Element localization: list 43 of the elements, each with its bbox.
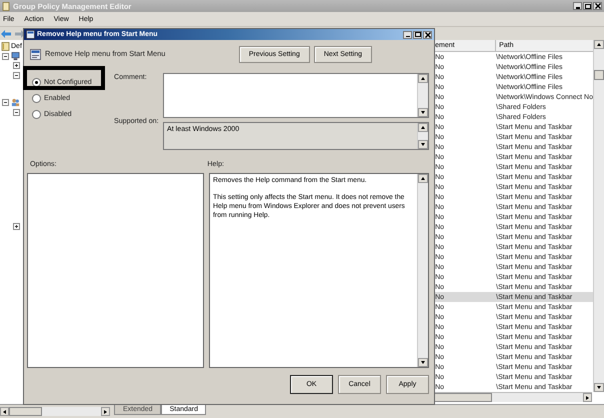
scroll-down-button[interactable]	[418, 108, 428, 117]
horizontal-scrollbar[interactable]	[0, 407, 110, 416]
collapse-box[interactable]	[13, 108, 20, 116]
forward-arrow-icon[interactable]	[15, 30, 25, 38]
vertical-scrollbar[interactable]	[593, 40, 604, 392]
scrollbar-thumb[interactable]	[9, 407, 42, 416]
scroll-down-button[interactable]	[594, 383, 604, 392]
maximize-button[interactable]	[413, 30, 422, 38]
scroll-left-button[interactable]	[0, 407, 9, 416]
vertical-scrollbar[interactable]	[417, 174, 428, 367]
back-arrow-icon[interactable]	[1, 30, 11, 38]
scrollbar-thumb[interactable]	[432, 393, 492, 402]
scroll-right-button[interactable]	[583, 393, 592, 402]
close-button[interactable]	[423, 30, 432, 38]
radio-button[interactable]	[32, 94, 41, 102]
collapse-box[interactable]	[13, 72, 20, 79]
radio-button[interactable]	[32, 78, 41, 86]
policy-icon	[26, 30, 35, 39]
scroll-up-button[interactable]	[418, 174, 428, 183]
restore-button[interactable]	[583, 2, 592, 10]
users-icon	[11, 98, 20, 108]
scroll-up-button[interactable]	[594, 40, 604, 49]
book-icon	[1, 42, 10, 52]
radio-button[interactable]	[32, 110, 41, 118]
scroll-up-button[interactable]	[418, 123, 428, 132]
expand-box[interactable]	[13, 223, 20, 230]
horizontal-scrollbar[interactable]	[432, 392, 592, 402]
collapse-box[interactable]	[2, 99, 9, 106]
scrollbar-thumb[interactable]	[594, 70, 604, 80]
vertical-scrollbar[interactable]	[417, 123, 428, 149]
scroll-right-button[interactable]	[101, 407, 110, 416]
collapse-box[interactable]	[2, 52, 9, 60]
comment-field[interactable]	[163, 73, 429, 118]
expand-box[interactable]	[13, 62, 20, 70]
close-button[interactable]	[593, 2, 602, 10]
computer-icon	[11, 52, 20, 61]
minimize-button[interactable]	[403, 30, 412, 38]
scroll-down-button[interactable]	[418, 358, 428, 367]
scroll-up-button[interactable]	[418, 74, 428, 83]
vertical-scrollbar[interactable]	[417, 74, 428, 117]
minimize-button[interactable]	[573, 2, 582, 10]
scroll-down-button[interactable]	[418, 140, 428, 149]
policy-setting-icon	[30, 49, 41, 60]
